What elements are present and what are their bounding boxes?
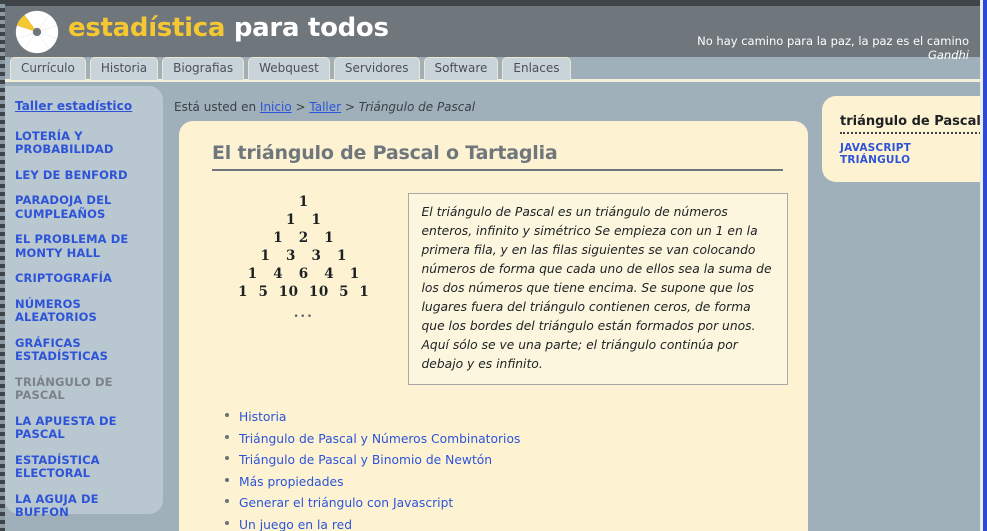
link-mas-propiedades[interactable]: Más propiedades — [239, 475, 343, 489]
triangle-continuation-dots: ... — [293, 305, 314, 321]
breadcrumb-link-taller[interactable]: Taller — [309, 100, 341, 114]
right-sidebar-panel: triángulo de Pascal JAVASCRIPT TRIÁNGULO — [822, 96, 987, 182]
tab-historia[interactable]: Historia — [89, 57, 159, 80]
breadcrumb-prefix: Está usted en — [174, 100, 257, 114]
page-title: El triángulo de Pascal o Tartaglia — [212, 142, 558, 164]
sidebar-item-apuesta-de-pascal[interactable]: LA APUESTA DE PASCAL — [15, 414, 153, 442]
description-box: El triángulo de Pascal es un triángulo d… — [408, 193, 788, 385]
sidebar-item-estadistica-electoral[interactable]: ESTADÍSTICA ELECTORAL — [15, 453, 153, 481]
sidebar-item-ley-de-benford[interactable]: LEY DE BENFORD — [15, 168, 153, 183]
sidebar-item-taller-estadistico[interactable]: Taller estadístico — [15, 99, 153, 114]
breadcrumb-separator-1: > — [295, 100, 306, 114]
tab-software[interactable]: Software — [423, 57, 499, 80]
list-item: Más propiedades — [225, 472, 788, 491]
tab-webquest[interactable]: Webquest — [248, 57, 330, 80]
list-item: Un juego en la red — [225, 515, 788, 531]
pinwheel-pie-logo-icon[interactable] — [14, 9, 60, 55]
main-nav-tabs: Currículo Historia Biografias Webquest S… — [10, 57, 571, 80]
triangle-row-0: 1 — [298, 194, 309, 210]
motto-author: Gandhi — [927, 48, 969, 62]
link-generar-con-javascript[interactable]: Generar el triángulo con Javascript — [239, 496, 453, 510]
triangle-row-5: 1 5 10 10 5 1 — [238, 284, 370, 300]
related-links-list: Historia Triángulo de Pascal y Números C… — [215, 407, 788, 531]
scrollbar-thumb[interactable] — [983, 0, 987, 531]
link-numeros-combinatorios[interactable]: Triángulo de Pascal y Números Combinator… — [239, 432, 520, 446]
breadcrumb-separator-2: > — [344, 100, 355, 114]
right-panel-link-javascript-triangulo[interactable]: JAVASCRIPT TRIÁNGULO — [840, 142, 973, 166]
brand-primary: estadística — [68, 13, 226, 43]
sidebar: Taller estadístico LOTERÍA Y PROBABILIDA… — [5, 86, 163, 519]
sidebar-item-loteria-probabilidad[interactable]: LOTERÍA Y PROBABILIDAD — [15, 129, 153, 157]
tab-curriculo[interactable]: Currículo — [10, 57, 86, 80]
title-underline-rule — [212, 169, 783, 171]
breadcrumb: Está usted en Inicio > Taller > Triángul… — [174, 100, 475, 114]
breadcrumb-link-inicio[interactable]: Inicio — [260, 100, 292, 114]
right-panel-title: triángulo de Pascal — [840, 114, 981, 134]
motto-text: No hay camino para la paz, la paz es el … — [697, 34, 969, 48]
pascal-triangle: 1 1 1 1 2 1 1 3 3 1 1 4 6 4 1 1 5 10 10 … — [199, 193, 402, 385]
main-content-panel: El triángulo de Pascal o Tartaglia 1 1 1… — [179, 121, 808, 531]
triangle-row-4: 1 4 6 4 1 — [247, 266, 360, 282]
triangle-row-2: 1 2 1 — [273, 230, 335, 246]
triangle-row-1: 1 1 — [286, 212, 322, 228]
sidebar-item-triangulo-de-pascal: TRIÁNGULO DE PASCAL — [15, 374, 113, 402]
sidebar-item-monty-hall[interactable]: EL PROBLEMA DE MONTY HALL — [15, 232, 153, 260]
browser-left-edge — [0, 0, 5, 531]
site-brand[interactable]: estadística para todos — [68, 13, 389, 43]
breadcrumb-current: Triángulo de Pascal — [358, 100, 476, 114]
sidebar-item-graficas-estadisticas[interactable]: GRÁFICAS ESTADÍSTICAS — [15, 336, 153, 364]
sidebar-item-paradoja-cumpleanos[interactable]: PARADOJA DEL CUMPLEAÑOS — [15, 193, 153, 221]
list-item: Triángulo de Pascal y Binomio de Newtón — [225, 450, 788, 469]
site-header: estadística para todos No hay camino par… — [0, 6, 987, 62]
tab-servidores[interactable]: Servidores — [333, 57, 420, 80]
site-motto: No hay camino para la paz, la paz es el … — [697, 34, 969, 62]
sidebar-item-criptografia[interactable]: CRIPTOGRAFÍA — [15, 271, 153, 286]
link-historia[interactable]: Historia — [239, 410, 286, 424]
page-root: estadística para todos No hay camino par… — [0, 0, 987, 531]
tab-enlaces[interactable]: Enlaces — [502, 57, 571, 80]
list-item: Generar el triángulo con Javascript — [225, 493, 788, 512]
triangle-and-description-row: 1 1 1 1 2 1 1 3 3 1 1 4 6 4 1 1 5 10 10 … — [199, 193, 788, 385]
link-binomio-de-newton[interactable]: Triángulo de Pascal y Binomio de Newtón — [239, 453, 492, 467]
list-item: Historia — [225, 407, 788, 426]
sidebar-item-numeros-aleatorios[interactable]: NÚMEROS ALEATORIOS — [15, 297, 153, 325]
list-item: Triángulo de Pascal y Números Combinator… — [225, 429, 788, 448]
triangle-row-3: 1 3 3 1 — [260, 248, 347, 264]
page-body: Taller estadístico LOTERÍA Y PROBABILIDA… — [0, 82, 987, 531]
brand-secondary: para todos — [233, 13, 389, 43]
sidebar-item-aguja-de-buffon[interactable]: LA AGUJA DE BUFFON — [15, 492, 153, 520]
tab-biografias[interactable]: Biografias — [162, 57, 245, 80]
link-juego-en-la-red[interactable]: Un juego en la red — [239, 518, 352, 531]
